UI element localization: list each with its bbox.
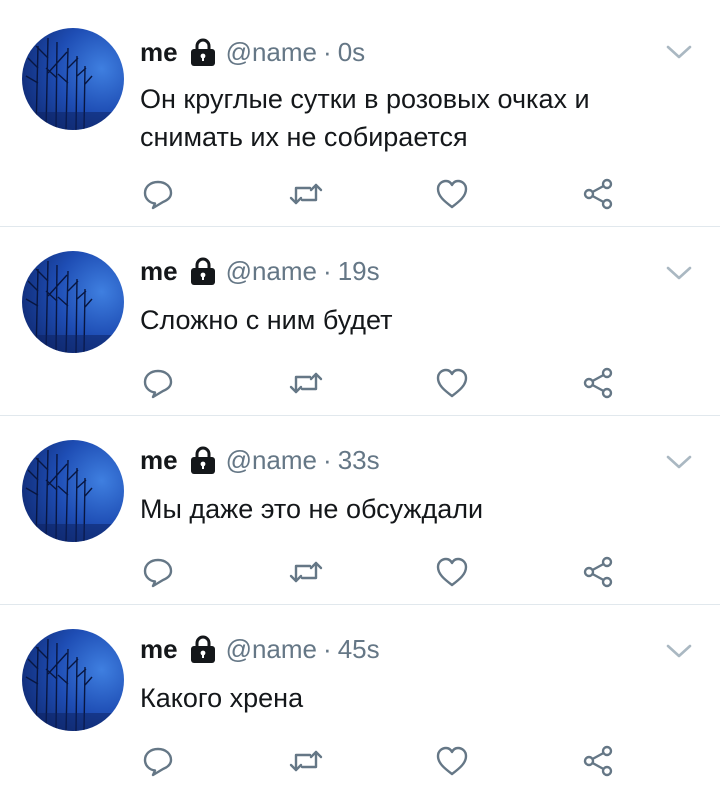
share-icon[interactable]	[580, 365, 616, 401]
tweet-actions	[140, 176, 640, 212]
tweet[interactable]: me @name · 45s Какого хрена	[0, 605, 720, 788]
display-name[interactable]: me	[140, 256, 178, 287]
user-handle[interactable]: @name	[226, 256, 317, 287]
chevron-down-icon[interactable]	[666, 44, 692, 60]
chevron-down-icon[interactable]	[666, 454, 692, 470]
share-icon[interactable]	[580, 743, 616, 779]
share-icon[interactable]	[580, 554, 616, 590]
avatar[interactable]	[22, 28, 124, 130]
retweet-icon[interactable]	[288, 554, 324, 590]
display-name[interactable]: me	[140, 634, 178, 665]
avatar[interactable]	[22, 629, 124, 731]
tweet-text: Он круглые сутки в розовых очках и снима…	[140, 84, 590, 152]
separator-dot: ·	[323, 444, 332, 475]
avatar[interactable]	[22, 251, 124, 353]
chevron-down-icon[interactable]	[666, 265, 692, 281]
separator-dot: ·	[323, 255, 332, 286]
tweet-actions	[140, 365, 640, 401]
lock-icon	[190, 634, 216, 664]
timestamp[interactable]: 19s	[338, 256, 380, 287]
reply-icon[interactable]	[140, 743, 176, 779]
user-handle[interactable]: @name	[226, 634, 317, 665]
tweet-actions	[140, 743, 640, 779]
timestamp[interactable]: 33s	[338, 445, 380, 476]
separator-dot: ·	[323, 36, 332, 67]
timestamp[interactable]: 0s	[338, 37, 365, 68]
tweet-text: Сложно с ним будет	[140, 305, 393, 335]
reply-icon[interactable]	[140, 554, 176, 590]
retweet-icon[interactable]	[288, 176, 324, 212]
heart-icon[interactable]	[434, 743, 470, 779]
tweet-header: me @name · 0s	[140, 34, 365, 70]
display-name[interactable]: me	[140, 445, 178, 476]
timestamp[interactable]: 45s	[338, 634, 380, 665]
tweet-feed: me @name · 0s Он круглые сутки в розовых…	[0, 0, 720, 788]
tweet[interactable]: me @name · 19s Сложно с ним будет	[0, 227, 720, 416]
tweet-actions	[140, 554, 640, 590]
chevron-down-icon[interactable]	[666, 643, 692, 659]
tweet-header: me @name · 45s	[140, 631, 380, 667]
reply-icon[interactable]	[140, 176, 176, 212]
avatar[interactable]	[22, 440, 124, 542]
reply-icon[interactable]	[140, 365, 176, 401]
heart-icon[interactable]	[434, 176, 470, 212]
tweet-text: Мы даже это не обсуждали	[140, 494, 484, 524]
tweet-header: me @name · 19s	[140, 253, 380, 289]
retweet-icon[interactable]	[288, 743, 324, 779]
heart-icon[interactable]	[434, 554, 470, 590]
user-handle[interactable]: @name	[226, 445, 317, 476]
retweet-icon[interactable]	[288, 365, 324, 401]
tweet[interactable]: me @name · 0s Он круглые сутки в розовых…	[0, 0, 720, 227]
display-name[interactable]: me	[140, 37, 178, 68]
user-handle[interactable]: @name	[226, 37, 317, 68]
heart-icon[interactable]	[434, 365, 470, 401]
lock-icon	[190, 256, 216, 286]
share-icon[interactable]	[580, 176, 616, 212]
tweet[interactable]: me @name · 33s Мы даже это не обсуждали	[0, 416, 720, 605]
separator-dot: ·	[323, 633, 332, 664]
lock-icon	[190, 445, 216, 475]
lock-icon	[190, 37, 216, 67]
tweet-header: me @name · 33s	[140, 442, 380, 478]
tweet-text: Какого хрена	[140, 683, 304, 713]
